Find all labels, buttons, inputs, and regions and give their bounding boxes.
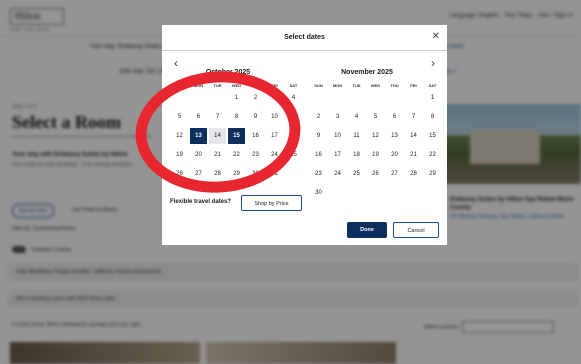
calendar-day[interactable]: 27 xyxy=(386,166,403,182)
weekday-header: FRI xyxy=(410,83,417,88)
weekday-header: FRI xyxy=(271,83,278,88)
calendar-day[interactable]: 7 xyxy=(405,109,422,125)
calendar-day[interactable]: 10 xyxy=(329,128,346,144)
calendar-day[interactable]: 15 xyxy=(424,128,441,144)
weekday-header: TUE xyxy=(213,83,222,88)
calendar-day[interactable]: 30 xyxy=(247,166,264,182)
calendar-day[interactable]: 2 xyxy=(310,109,327,125)
weekday-header: MON xyxy=(332,83,343,88)
weekday-header: THU xyxy=(390,83,399,88)
calendar-day[interactable]: 23 xyxy=(247,147,264,163)
calendar-day[interactable]: 23 xyxy=(310,166,327,182)
calendar-day[interactable]: 21 xyxy=(209,147,226,163)
calendar-day[interactable]: 28 xyxy=(209,166,226,182)
calendar-day[interactable]: 25 xyxy=(348,166,365,182)
calendar-day[interactable]: 14 xyxy=(405,128,422,144)
calendar-day[interactable]: 31 xyxy=(266,166,283,182)
weekday-header: SAT xyxy=(289,83,298,88)
calendar-day[interactable]: 5 xyxy=(367,109,384,125)
calendar-day[interactable]: 29 xyxy=(228,166,245,182)
calendar-day[interactable]: 11 xyxy=(285,109,302,125)
calendar-day[interactable]: 16 xyxy=(310,147,327,163)
calendar-day[interactable]: 20 xyxy=(386,147,403,163)
calendar-day[interactable]: 1 xyxy=(424,90,441,106)
calendar-day[interactable]: 5 xyxy=(171,109,188,125)
weekday-header: WED xyxy=(231,83,242,88)
calendar-day[interactable]: 1 xyxy=(228,90,245,106)
calendar-day[interactable]: 27 xyxy=(190,166,207,182)
calendar-day[interactable]: 26 xyxy=(367,166,384,182)
calendar-day[interactable]: 24 xyxy=(266,147,283,163)
close-icon[interactable]: ✕ xyxy=(432,32,440,42)
weekday-header: SUN xyxy=(314,83,323,88)
weekday-header: SAT xyxy=(428,83,437,88)
dialog-title: Select dates xyxy=(284,34,325,41)
calendar-day[interactable]: 21 xyxy=(405,147,422,163)
calendar-day[interactable]: 30 xyxy=(310,185,327,201)
calendar-day[interactable]: 8 xyxy=(424,109,441,125)
calendar-day[interactable]: 29 xyxy=(424,166,441,182)
calendar-day[interactable]: 17 xyxy=(329,147,346,163)
calendar-day[interactable]: 7 xyxy=(209,109,226,125)
month-title: November 2025 xyxy=(341,69,393,76)
calendar-day[interactable]: 14 xyxy=(209,128,226,144)
shop-by-price-button[interactable]: Shop by Price xyxy=(241,195,302,211)
calendar-day[interactable]: 9 xyxy=(247,109,264,125)
calendar-day[interactable]: 15 xyxy=(228,128,245,144)
calendar-day[interactable]: 12 xyxy=(367,128,384,144)
calendar-day[interactable]: 22 xyxy=(228,147,245,163)
calendar-day[interactable]: 13 xyxy=(386,128,403,144)
chevron-right-icon[interactable]: › xyxy=(431,57,435,69)
calendar-day[interactable]: 13 xyxy=(190,128,207,144)
calendar-day[interactable]: 19 xyxy=(367,147,384,163)
calendar-day[interactable]: 3 xyxy=(329,109,346,125)
calendar-day[interactable]: 18 xyxy=(348,147,365,163)
calendar-day[interactable]: 9 xyxy=(310,128,327,144)
calendar-day[interactable]: 8 xyxy=(228,109,245,125)
calendar-day[interactable]: 10 xyxy=(266,109,283,125)
calendar-day[interactable]: 18 xyxy=(285,128,302,144)
calendar-day[interactable]: 6 xyxy=(190,109,207,125)
calendar-day[interactable]: 2 xyxy=(247,90,264,106)
calendar-day[interactable]: 17 xyxy=(266,128,283,144)
calendar-day[interactable]: 24 xyxy=(329,166,346,182)
calendar-day[interactable]: 20 xyxy=(190,147,207,163)
weekday-header: WED xyxy=(370,83,381,88)
calendar-day[interactable]: 12 xyxy=(171,128,188,144)
calendar-day[interactable]: 26 xyxy=(171,166,188,182)
calendar-day[interactable]: 4 xyxy=(348,109,365,125)
calendar-day[interactable]: 22 xyxy=(424,147,441,163)
calendar-day[interactable]: 11 xyxy=(348,128,365,144)
done-button[interactable]: Done xyxy=(347,222,387,238)
title-divider xyxy=(162,50,447,51)
month-title: October 2025 xyxy=(205,69,251,76)
calendar-day[interactable]: 4 xyxy=(285,90,302,106)
calendar-day[interactable]: 6 xyxy=(386,109,403,125)
calendar-day[interactable]: 28 xyxy=(405,166,422,182)
calendar-day[interactable]: 16 xyxy=(247,128,264,144)
select-dates-dialog: Select dates ✕ ‹ › October 2025 SUN MON TUE… xyxy=(162,25,447,245)
calendar-day[interactable]: 19 xyxy=(171,147,188,163)
weekday-header: THU xyxy=(251,83,260,88)
weekday-header: TUE xyxy=(352,83,361,88)
weekday-header: MON xyxy=(193,83,204,88)
weekday-header: SUN xyxy=(175,83,184,88)
cancel-button[interactable]: Cancel xyxy=(393,222,439,238)
calendar-day[interactable]: 3 xyxy=(266,90,283,106)
chevron-left-icon[interactable]: ‹ xyxy=(174,57,178,69)
flexible-dates-label: Flexible travel dates? xyxy=(170,199,232,205)
calendar-day[interactable]: 25 xyxy=(285,147,302,163)
